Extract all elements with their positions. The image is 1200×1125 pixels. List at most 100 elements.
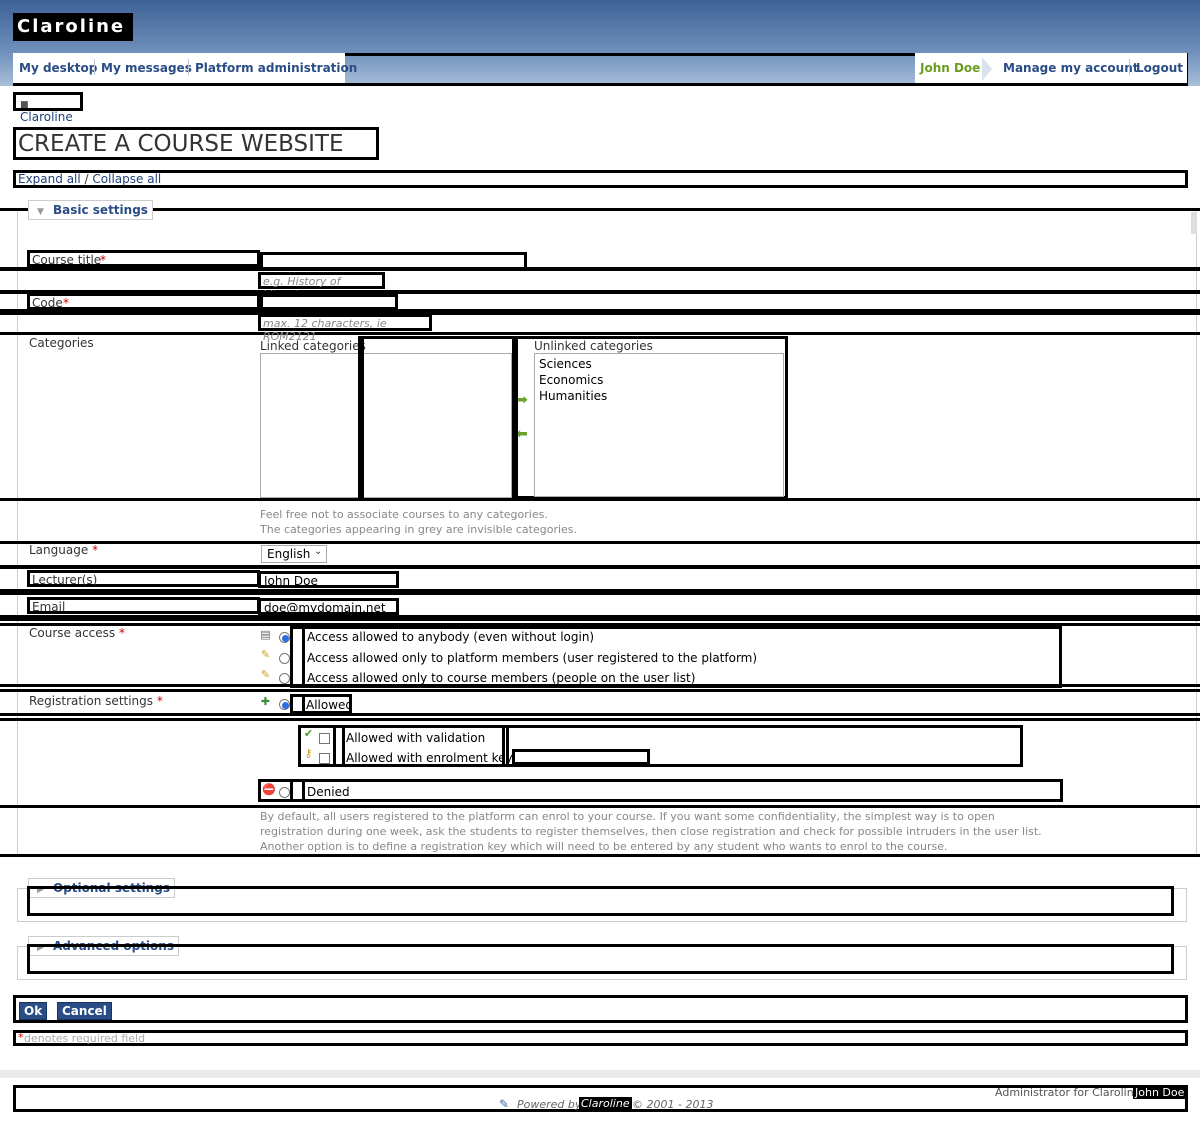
footer-admin-text: Administrator for Claroline :	[995, 1086, 1148, 1099]
email-input[interactable]: doe@mydomain.net	[258, 598, 399, 615]
footer-divider	[0, 1070, 1200, 1078]
access-course-members-label[interactable]: Access allowed only to course members (p…	[307, 671, 695, 685]
registration-allowed-radio[interactable]	[279, 699, 290, 710]
private-course-icon: ✎	[260, 668, 271, 681]
row-outline	[0, 268, 1200, 293]
linked-categories-label: Linked categories	[260, 339, 366, 353]
access-anybody-radio[interactable]	[279, 632, 290, 643]
advanced-options-outline	[27, 944, 1174, 974]
linked-list-outline	[358, 336, 515, 499]
optional-settings-outline	[27, 886, 1174, 916]
breadcrumb: ■ Claroline	[13, 92, 83, 124]
categories-note-line: Feel free not to associate courses to an…	[260, 508, 548, 521]
required-mark: *	[63, 296, 69, 310]
footer-powered-by: Powered by	[517, 1098, 582, 1111]
access-anybody-label[interactable]: Access allowed to anybody (even without …	[307, 630, 594, 644]
basic-settings-title: Basic settings	[53, 203, 148, 217]
breadcrumb-claroline[interactable]: Claroline	[20, 110, 73, 124]
course-title-label: Course title	[32, 253, 102, 267]
row-outline	[0, 713, 1200, 721]
lecturers-input[interactable]: John Doe	[258, 571, 399, 588]
registration-denied-radio[interactable]	[279, 787, 290, 798]
claroline-logo-icon: ✎	[499, 1097, 510, 1111]
cancel-button[interactable]: Cancel	[57, 1002, 112, 1020]
divider	[290, 694, 305, 714]
nav-logout[interactable]: Logout	[1136, 61, 1183, 75]
expand-all-link[interactable]: Expand all	[18, 172, 81, 186]
ok-button[interactable]: Ok	[19, 1002, 48, 1020]
unlinked-categories-label: Unlinked categories	[534, 339, 653, 353]
footer-claroline-link[interactable]: Claroline	[579, 1097, 632, 1110]
row-outline	[0, 312, 1200, 335]
category-option[interactable]: Humanities	[539, 389, 607, 403]
code-input[interactable]	[260, 294, 398, 310]
collapse-triangle-icon: ▼	[37, 207, 44, 217]
lecturers-label-box: Lecturer(s)	[27, 570, 260, 587]
access-platform-label[interactable]: Access allowed only to platform members …	[307, 651, 757, 665]
course-title-hint-box: e.g. History of Literature	[258, 272, 385, 301]
access-platform-radio[interactable]	[279, 653, 290, 664]
divider	[290, 626, 305, 688]
registration-label: Registration settings *	[29, 694, 163, 708]
app-logo[interactable]: Claroline	[13, 13, 133, 41]
code-label-box: Code *	[27, 293, 260, 310]
nav-arrow-icon	[982, 57, 992, 81]
lecturers-value: John Doe	[264, 574, 318, 588]
expand-collapse-bar: Expand all / Collapse all	[13, 170, 1188, 188]
scrollbar-thumb[interactable]	[1191, 212, 1197, 234]
chevron-down-icon: ⌄	[314, 546, 323, 557]
nav-separator	[188, 59, 189, 75]
allowed-with-key-label[interactable]: Allowed with enrolment key	[346, 751, 513, 765]
lecturers-label: Lecturer(s)	[32, 573, 98, 587]
footer-admin-link[interactable]: John Doe	[1133, 1086, 1187, 1099]
category-option[interactable]: Economics	[539, 373, 603, 387]
required-mark: *	[118, 626, 125, 640]
registration-denied-label[interactable]: Denied	[307, 785, 350, 799]
allowed-with-validation-label[interactable]: Allowed with validation	[346, 731, 485, 745]
collapse-all-link[interactable]: Collapse all	[92, 172, 161, 186]
required-note-bar: * denotes required field	[13, 1030, 1188, 1046]
unlinked-categories-list[interactable]: Sciences Economics Humanities	[534, 353, 784, 497]
registration-note: By default, all users registered to the …	[260, 810, 1042, 853]
language-label: Language *	[29, 543, 98, 557]
members-course-icon: ✎	[260, 648, 271, 661]
page-title: CREATE A COURSE WEBSITE	[13, 127, 379, 160]
nav-manage-account[interactable]: Manage my account	[1003, 61, 1138, 75]
public-course-icon: ▤	[260, 628, 271, 641]
language-value: English	[267, 547, 311, 561]
registration-denied-icon: ⛔	[262, 783, 276, 796]
divider	[333, 725, 345, 767]
required-mark: *	[18, 1031, 24, 1044]
row-outline	[0, 618, 1200, 626]
row-outline	[0, 541, 1200, 568]
access-course-members-radio[interactable]	[279, 673, 290, 684]
registration-allowed-label[interactable]: Allowed	[306, 698, 353, 712]
nav-separator	[1129, 59, 1130, 75]
nav-platform-administration[interactable]: Platform administration	[195, 61, 357, 75]
nav-right: John Doe Manage my account Logout	[915, 53, 1187, 83]
registration-allowed-icon: ✚	[260, 695, 271, 708]
nav-user-name[interactable]: John Doe	[920, 61, 980, 75]
email-label: Email	[32, 600, 66, 614]
nav-my-desktop[interactable]: My desktop	[19, 61, 97, 75]
allowed-with-validation-checkbox[interactable]	[319, 733, 330, 744]
code-hint-box: max. 12 characters, ie ROM2121	[258, 314, 432, 343]
denied-option-box	[258, 779, 1063, 802]
email-label-box: Email	[27, 597, 260, 614]
required-mark: *	[100, 253, 106, 267]
required-mark: *	[156, 694, 163, 708]
allowed-with-key-checkbox[interactable]	[319, 753, 330, 764]
nav-left: My desktop My messages Platform administ…	[13, 53, 357, 83]
basic-settings-legend[interactable]: ▼ Basic settings	[28, 200, 153, 220]
enrolment-key-input[interactable]	[512, 749, 650, 765]
nav-my-messages[interactable]: My messages	[101, 61, 192, 75]
category-option[interactable]: Sciences	[539, 357, 592, 371]
email-value: doe@mydomain.net	[264, 601, 386, 615]
form-buttons-bar	[13, 995, 1188, 1023]
language-select[interactable]: English ⌄	[261, 545, 327, 563]
divider	[290, 779, 305, 802]
nav-separator	[94, 59, 95, 75]
language-label-text: Language	[29, 543, 89, 557]
validation-check-icon: ✔	[303, 727, 314, 740]
registration-label-text: Registration settings	[29, 694, 154, 708]
